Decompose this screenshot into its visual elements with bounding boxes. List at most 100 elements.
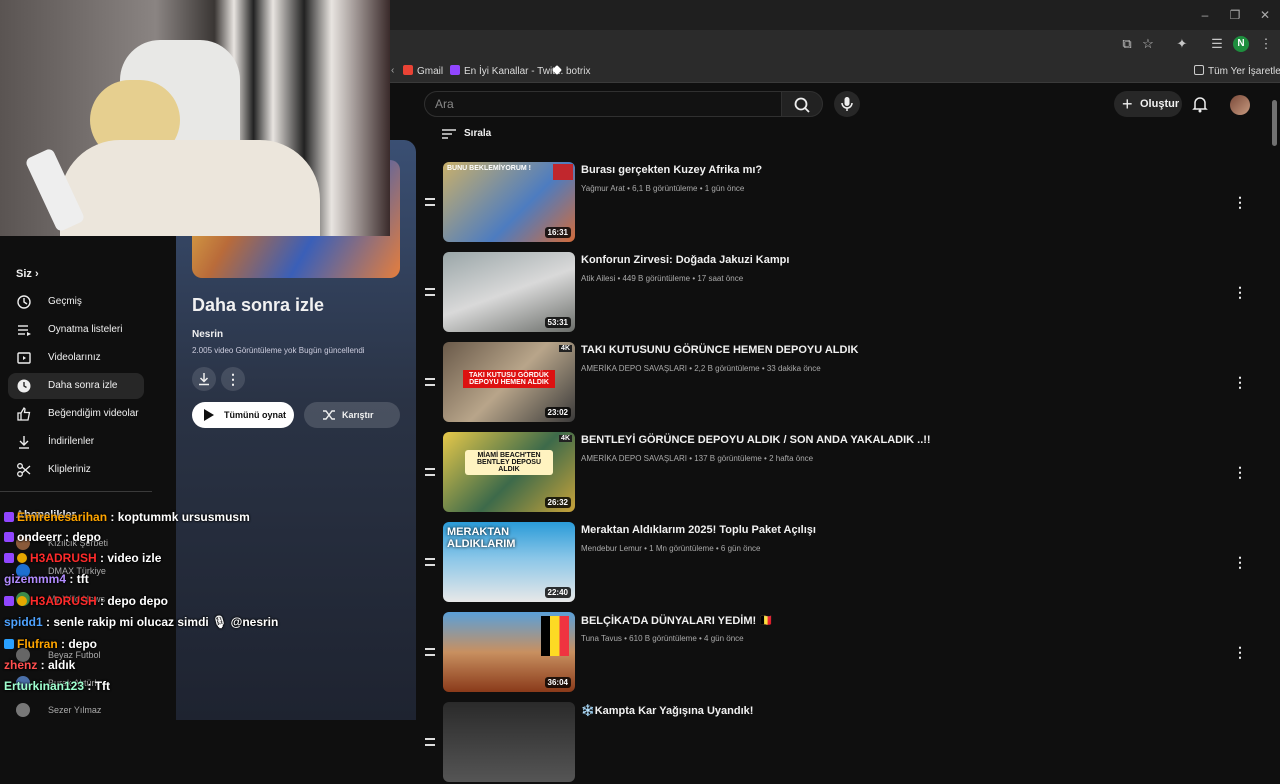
minimize-button[interactable]: – (1196, 6, 1214, 24)
close-window-button[interactable]: ✕ (1256, 6, 1274, 24)
botrix-icon (552, 65, 562, 75)
shuffle-button[interactable]: Karıştır (304, 402, 400, 428)
folder-icon (1194, 65, 1204, 75)
video-meta: Yağmur Arat • 6,1 B görüntüleme • 1 gün … (581, 184, 745, 193)
play-icon (204, 409, 214, 421)
drag-handle-icon[interactable] (425, 738, 435, 746)
sub-badge-icon (4, 512, 14, 522)
video-meta: AMERİKA DEPO SAVAŞLARI • 2,2 B görüntüle… (581, 364, 821, 373)
sort-icon (442, 129, 456, 139)
twitch-icon (450, 65, 460, 75)
prime-badge-icon (4, 639, 14, 649)
bookmarks-overflow-icon[interactable]: ‹ (391, 65, 394, 76)
video-duration: 36:04 (544, 677, 571, 688)
reading-list-icon[interactable]: ☰ (1209, 36, 1225, 52)
bell-icon (1192, 97, 1208, 113)
drag-handle-icon[interactable] (425, 288, 435, 296)
video-duration: 16:31 (544, 227, 571, 238)
video-duration: 23:02 (544, 407, 571, 418)
bits-badge-icon (17, 596, 27, 606)
sidebar-item-playlists[interactable]: Oynatma listeleri (8, 317, 144, 343)
list-item[interactable]: TAKI KUTUSU GÖRDÜK DEPOYU HEMEN ALDIK 4K… (420, 342, 1260, 424)
list-item[interactable]: MİAMİ BEACH'TEN BENTLEY DEPOSU ALDIK 4K … (420, 432, 1260, 514)
more-options-icon[interactable]: ⋮ (1232, 194, 1248, 210)
list-item[interactable]: ❄️Kampta Kar Yağışına Uyandık! (420, 702, 1260, 784)
video-title[interactable]: Konforun Zirvesi: Doğada Jakuzi Kampı (581, 254, 789, 266)
drag-handle-icon[interactable] (425, 468, 435, 476)
sidebar-divider (0, 491, 152, 492)
download-icon (19, 436, 29, 449)
video-thumbnail[interactable]: MERAKTAN ALDIKLARIM 22:40 (443, 522, 575, 602)
sidebar-item-clips[interactable]: Klipleriniz (8, 457, 144, 483)
more-options-icon[interactable]: ⋮ (1232, 464, 1248, 480)
notifications-button[interactable] (1191, 95, 1209, 113)
chat-message: zhenz : aldık (4, 658, 76, 672)
sidebar-item-history[interactable]: Geçmiş (8, 289, 144, 315)
sidebar-item-watch-later[interactable]: Daha sonra izle (8, 373, 144, 399)
video-title[interactable]: BENTLEYİ GÖRÜNCE DEPOYU ALDIK / SON ANDA… (581, 434, 931, 446)
chat-message: Flufran : depo (4, 637, 97, 651)
video-thumbnail[interactable]: 36:04 (443, 612, 575, 692)
belgium-flag-icon (541, 616, 569, 656)
video-meta: Mendebur Lemur • 1 Mn görüntüleme • 6 gü… (581, 544, 761, 553)
chat-message: H3ADRUSH : depo depo (4, 594, 168, 608)
sidebar-item-your-videos[interactable]: Videolarınız (8, 345, 144, 371)
chevron-right-icon: › (34, 268, 39, 280)
list-item[interactable]: BUNU BEKLEMİYORUM ! 16:31 Burası gerçekt… (420, 162, 1260, 244)
video-thumbnail[interactable] (443, 702, 575, 782)
video-thumbnail[interactable]: 53:31 (443, 252, 575, 332)
profile-avatar[interactable]: N (1233, 36, 1249, 52)
list-item[interactable]: MERAKTAN ALDIKLARIM 22:40 Meraktan Aldık… (420, 522, 1260, 604)
list-item[interactable]: 36:04 BELÇİKA'DA DÜNYALARI YEDİM! 🇧🇪 Tun… (420, 612, 1260, 694)
video-thumbnail[interactable]: BUNU BEKLEMİYORUM ! 16:31 (443, 162, 575, 242)
chat-message: spidd1 : senle rakip mi olucaz simdi 🎙 @… (4, 615, 279, 629)
scissors-icon (17, 463, 31, 477)
download-playlist-button[interactable] (192, 367, 216, 391)
more-options-icon[interactable]: ⋮ (1232, 644, 1248, 660)
more-options-icon[interactable]: ⋮ (1232, 554, 1248, 570)
video-title[interactable]: TAKI KUTUSUNU GÖRÜNCE HEMEN DEPOYU ALDIK (581, 344, 858, 356)
drag-handle-icon[interactable] (425, 558, 435, 566)
install-app-icon[interactable]: ⧉ (1119, 36, 1135, 52)
drag-handle-icon[interactable] (425, 648, 435, 656)
list-item[interactable]: 53:31 Konforun Zirvesi: Doğada Jakuzi Ka… (420, 252, 1260, 334)
sidebar-item-downloads[interactable]: İndirilenler (8, 429, 144, 455)
bookmark-star-icon[interactable]: ☆ (1140, 36, 1156, 52)
bookmark-botrix[interactable]: botrix (552, 65, 590, 77)
extensions-icon[interactable]: ✦ (1174, 36, 1190, 52)
create-button[interactable]: + Oluştur (1114, 91, 1182, 117)
bookmark-twitch[interactable]: En İyi Kanallar - Twit... (450, 65, 563, 77)
microphone-icon (841, 97, 853, 111)
all-bookmarks[interactable]: Tüm Yer İşaretleri (1194, 65, 1280, 77)
video-title[interactable]: Meraktan Aldıklarım 2025! Toplu Paket Aç… (581, 524, 816, 536)
sort-button[interactable]: Sırala (442, 126, 491, 142)
video-meta: Tuna Tavus • 610 B görüntüleme • 4 gün ö… (581, 634, 744, 643)
browser-menu-icon[interactable]: ⋮ (1258, 36, 1274, 52)
sidebar-item-liked-videos[interactable]: Beğendiğim videolar (8, 401, 144, 427)
video-thumbnail[interactable]: TAKI KUTUSU GÖRDÜK DEPOYU HEMEN ALDIK 4K… (443, 342, 575, 422)
account-avatar[interactable] (1230, 95, 1250, 115)
video-meta: AMERİKA DEPO SAVAŞLARI • 137 B görüntüle… (581, 454, 814, 463)
playlist-more-icon[interactable]: ⋮ (221, 367, 245, 391)
bookmark-gmail[interactable]: Gmail (403, 65, 443, 77)
drag-handle-icon[interactable] (425, 378, 435, 386)
playlist-owner[interactable]: Nesrin (192, 329, 223, 340)
search-button[interactable] (781, 91, 823, 117)
streamer-body (60, 140, 320, 236)
restore-button[interactable]: ❐ (1226, 6, 1244, 24)
video-thumbnail[interactable]: MİAMİ BEACH'TEN BENTLEY DEPOSU ALDIK 4K … (443, 432, 575, 512)
video-title[interactable]: Burası gerçekten Kuzey Afrika mı? (581, 164, 762, 176)
subscription-item[interactable]: Sezer Yılmaz (16, 703, 101, 717)
play-all-button[interactable]: Tümünü oynat (192, 402, 294, 428)
more-options-icon[interactable]: ⋮ (1232, 284, 1248, 300)
search-input[interactable]: Ara (424, 91, 782, 117)
thumb-up-icon (17, 406, 31, 421)
video-title[interactable]: BELÇİKA'DA DÜNYALARI YEDİM! 🇧🇪 (581, 614, 773, 627)
sub-badge-icon (4, 596, 14, 606)
voice-search-button[interactable] (834, 91, 860, 117)
page-scrollbar[interactable] (1272, 100, 1277, 146)
video-title[interactable]: ❄️Kampta Kar Yağışına Uyandık! (581, 704, 753, 717)
sidebar-you-header[interactable]: Siz › (16, 268, 39, 280)
drag-handle-icon[interactable] (425, 198, 435, 206)
more-options-icon[interactable]: ⋮ (1232, 374, 1248, 390)
